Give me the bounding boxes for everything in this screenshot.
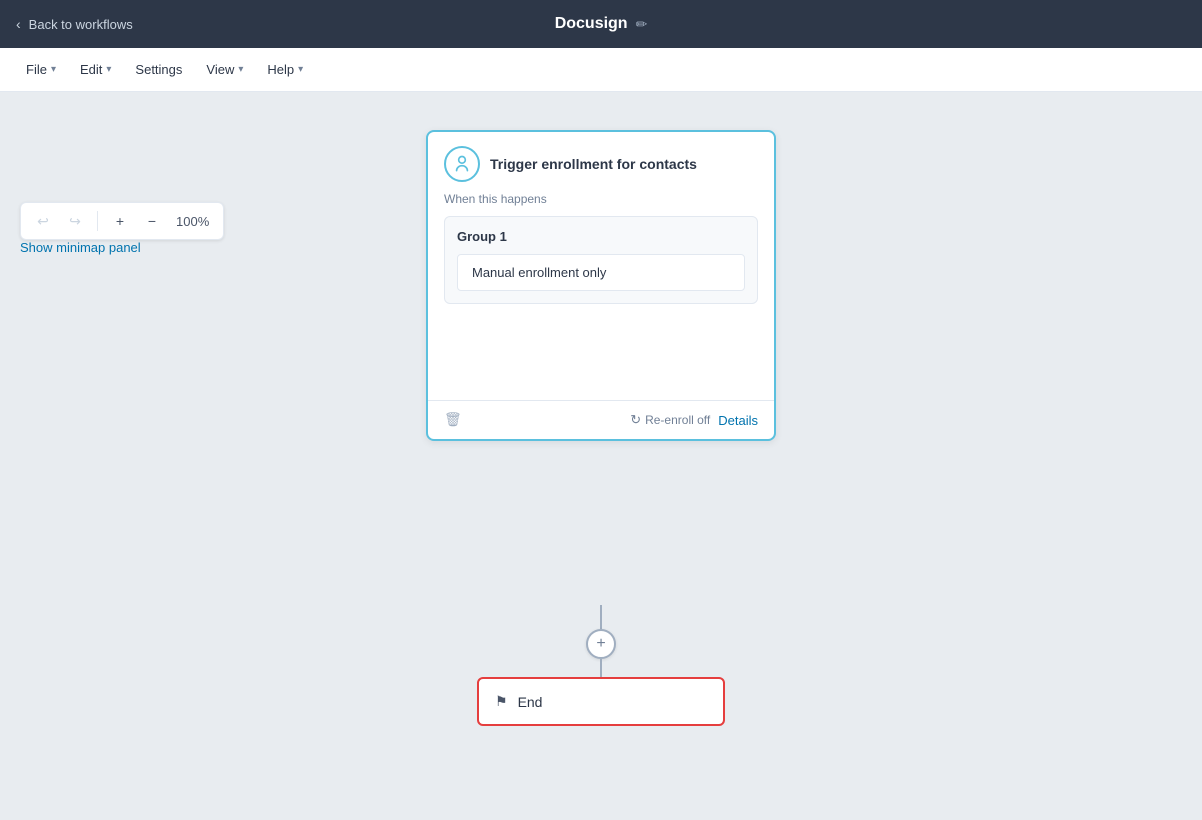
workflow-title: Docusign <box>555 15 628 33</box>
menu-file-chevron: ▾ <box>51 64 56 75</box>
menu-settings[interactable]: Settings <box>125 56 192 83</box>
menu-help-chevron: ▾ <box>298 64 303 75</box>
menu-edit-chevron: ▾ <box>106 64 111 75</box>
menu-view-chevron: ▾ <box>238 64 243 75</box>
footer-left: 🗑 <box>444 411 462 429</box>
zoom-level: 100% <box>170 214 215 229</box>
trigger-card-header: Trigger enrollment for contacts <box>428 132 774 192</box>
connector-line-top <box>600 605 602 629</box>
canvas-toolbar: ↩ ↪ + − 100% <box>20 202 224 240</box>
trigger-card-body: Group 1 Manual enrollment only <box>428 216 774 400</box>
trigger-card-footer: 🗑 ↻ Re-enroll off Details <box>428 400 774 439</box>
back-arrow-icon: ‹ <box>16 16 21 32</box>
add-step-button[interactable]: + <box>586 629 616 659</box>
group-title: Group 1 <box>457 229 745 244</box>
flag-icon: ⚑ <box>495 693 508 710</box>
zoom-in-button[interactable]: + <box>106 207 134 235</box>
trigger-card-empty-space <box>444 304 758 384</box>
edit-title-icon[interactable]: ✏ <box>636 16 648 33</box>
undo-button[interactable]: ↩ <box>29 207 57 235</box>
group-box: Group 1 Manual enrollment only <box>444 216 758 304</box>
menu-edit[interactable]: Edit ▾ <box>70 56 121 83</box>
menu-view[interactable]: View ▾ <box>196 56 253 83</box>
toolbar-separator <box>97 211 98 231</box>
trigger-card-title: Trigger enrollment for contacts <box>490 156 697 172</box>
end-card[interactable]: ⚑ End <box>477 677 725 726</box>
canvas: ↩ ↪ + − 100% Show minimap panel Trigger … <box>0 92 1202 820</box>
back-label: Back to workflows <box>29 17 133 32</box>
minimap-link[interactable]: Show minimap panel <box>20 240 141 255</box>
menu-edit-label: Edit <box>80 62 102 77</box>
connector-area: + <box>586 605 616 683</box>
delete-icon[interactable]: 🗑 <box>444 411 462 427</box>
trigger-card[interactable]: Trigger enrollment for contacts When thi… <box>426 130 776 441</box>
top-bar: ‹ Back to workflows Docusign ✏ <box>0 0 1202 48</box>
enrollment-box[interactable]: Manual enrollment only <box>457 254 745 291</box>
person-icon <box>452 154 472 174</box>
menu-file[interactable]: File ▾ <box>16 56 66 83</box>
trigger-icon-wrap <box>444 146 480 182</box>
menu-view-label: View <box>206 62 234 77</box>
end-label: End <box>518 694 543 710</box>
workflow-title-area: Docusign ✏ <box>555 15 648 33</box>
when-label: When this happens <box>428 192 774 216</box>
back-to-workflows-button[interactable]: ‹ Back to workflows <box>16 16 133 32</box>
menu-bar: File ▾ Edit ▾ Settings View ▾ Help ▾ <box>0 48 1202 92</box>
enrollment-text: Manual enrollment only <box>472 265 606 280</box>
menu-help[interactable]: Help ▾ <box>257 56 313 83</box>
redo-button[interactable]: ↪ <box>61 207 89 235</box>
reenroll-text: Re-enroll off <box>645 413 710 427</box>
menu-file-label: File <box>26 62 47 77</box>
details-link[interactable]: Details <box>718 413 758 428</box>
menu-settings-label: Settings <box>135 62 182 77</box>
zoom-out-button[interactable]: − <box>138 207 166 235</box>
menu-help-label: Help <box>267 62 294 77</box>
reenroll-label: ↻ Re-enroll off <box>630 412 710 428</box>
reenroll-icon: ↻ <box>630 412 641 428</box>
